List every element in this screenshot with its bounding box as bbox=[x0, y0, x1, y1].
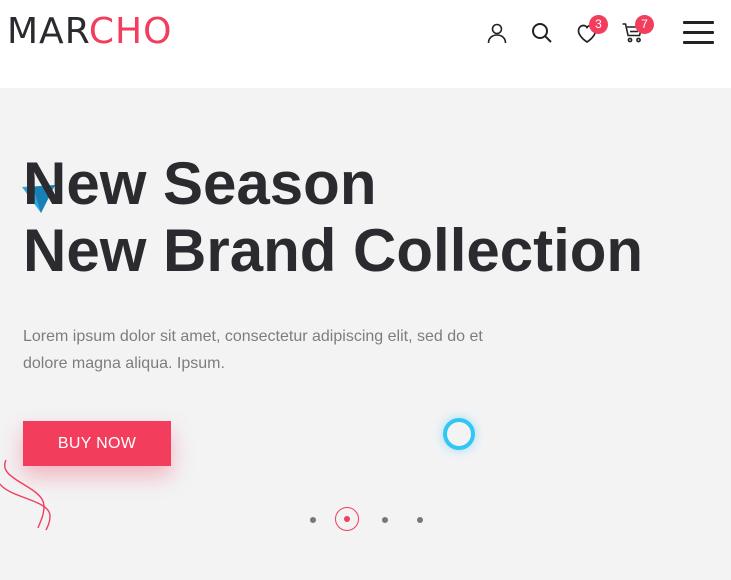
wishlist-count-badge: 3 bbox=[589, 15, 608, 34]
menu-button[interactable] bbox=[683, 21, 715, 45]
ring-decoration-icon bbox=[443, 418, 475, 450]
cart-count-badge: 7 bbox=[635, 15, 654, 34]
brand-logo-part2: CHO bbox=[88, 11, 173, 52]
account-button[interactable] bbox=[482, 18, 512, 48]
site-header: MARCHO 3 7 bbox=[0, 0, 731, 88]
slider-dot[interactable] bbox=[417, 517, 423, 523]
hero-description: Lorem ipsum dolor sit amet, consectetur … bbox=[23, 328, 483, 372]
menu-icon-bar-top bbox=[683, 21, 714, 24]
squiggle-decoration-icon bbox=[0, 459, 51, 531]
brand-logo[interactable]: MARCHO bbox=[7, 12, 172, 52]
menu-icon-bar-bottom bbox=[683, 41, 714, 44]
cart-button[interactable]: 7 bbox=[618, 15, 654, 48]
hero-title-line2: New Brand Collection bbox=[23, 217, 644, 284]
hero-title-line1: New Season bbox=[23, 150, 377, 217]
wishlist-button[interactable]: 3 bbox=[572, 15, 608, 48]
slider-dot[interactable] bbox=[310, 517, 316, 523]
search-icon bbox=[532, 23, 552, 43]
slider-pagination bbox=[300, 506, 440, 534]
hero-title: New Season New Brand Collection bbox=[23, 150, 643, 284]
menu-icon-bar-middle bbox=[683, 31, 714, 34]
slider-dot[interactable] bbox=[382, 517, 388, 523]
search-button[interactable] bbox=[527, 18, 557, 48]
slider-dot-active[interactable] bbox=[335, 507, 359, 531]
hero-slider: New Season New Brand Collection Lorem ip… bbox=[0, 88, 731, 580]
user-icon bbox=[487, 23, 507, 44]
brand-logo-part1: MAR bbox=[7, 11, 89, 52]
